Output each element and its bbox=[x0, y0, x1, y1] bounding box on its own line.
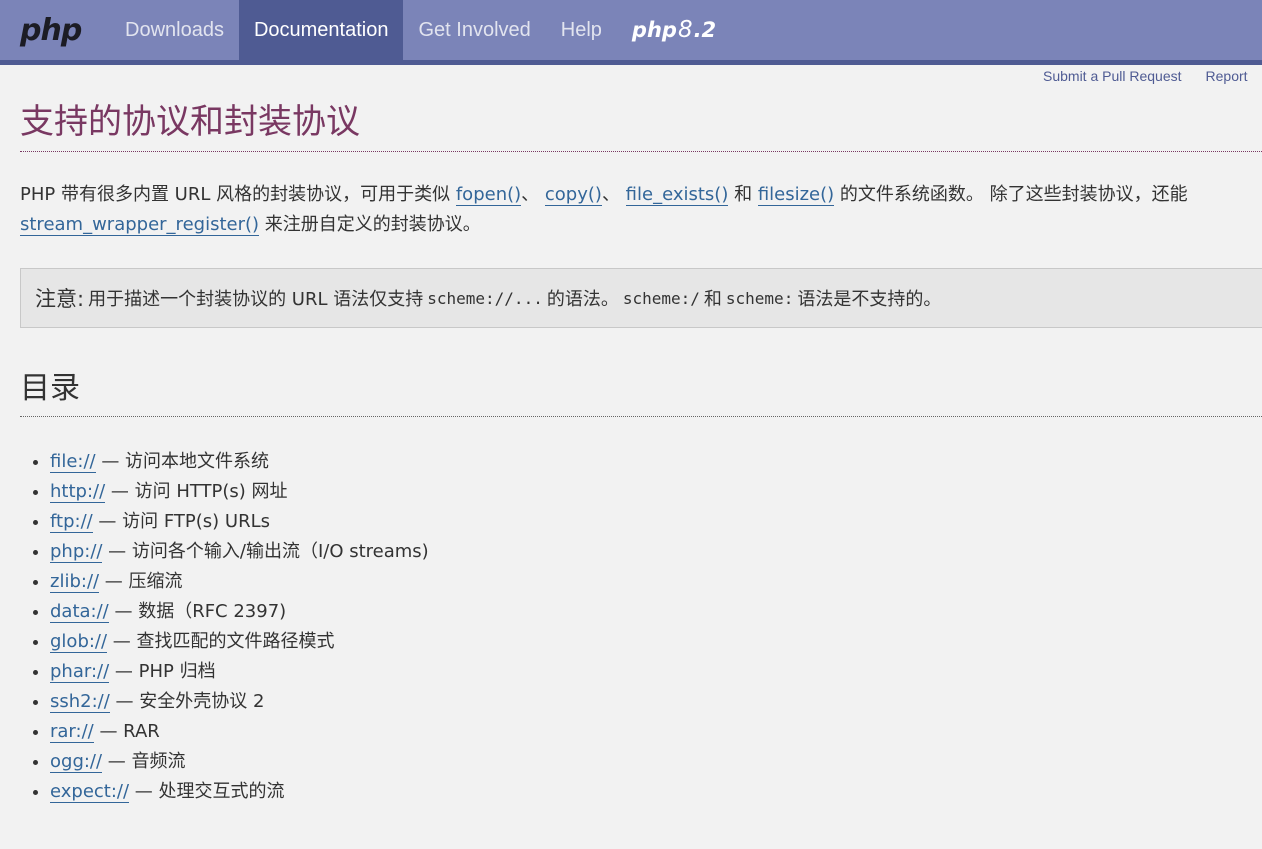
list-item: data:// — 数据（RFC 2397) bbox=[50, 597, 1262, 627]
main-content: 支持的协议和封装协议 PHP 带有很多内置 URL 风格的封装协议，可用于类似 … bbox=[20, 96, 1262, 807]
toc-link-ogg[interactable]: ogg:// bbox=[50, 751, 103, 773]
page-title: 支持的协议和封装协议 bbox=[20, 96, 1262, 152]
list-item: glob:// — 查找匹配的文件路径模式 bbox=[50, 627, 1262, 657]
list-item: expect:// — 处理交互式的流 bbox=[50, 777, 1262, 807]
toc-link-expect[interactable]: expect:// bbox=[50, 781, 130, 803]
report-bug-link[interactable]: Report bbox=[1206, 68, 1248, 84]
toc-desc: — 压缩流 bbox=[99, 571, 183, 592]
nav-help[interactable]: Help bbox=[546, 0, 617, 60]
version-prefix: php bbox=[631, 18, 677, 42]
version-suffix: .2 bbox=[693, 18, 717, 42]
toc-desc: — RAR bbox=[93, 721, 160, 742]
toc-desc: — 查找匹配的文件路径模式 bbox=[107, 631, 335, 652]
toc-desc: — 数据（RFC 2397) bbox=[108, 601, 287, 622]
fopen-link[interactable]: fopen() bbox=[455, 184, 522, 206]
intro-text-4: 和 bbox=[728, 184, 758, 205]
list-item: rar:// — RAR bbox=[50, 717, 1262, 747]
nav-downloads[interactable]: Downloads bbox=[110, 0, 239, 60]
toc-link-ssh2[interactable]: ssh2:// bbox=[50, 691, 110, 713]
note-text-1: 用于描述一个封装协议的 URL 语法仅支持 bbox=[88, 289, 424, 310]
list-item: ftp:// — 访问 FTP(s) URLs bbox=[50, 507, 1262, 537]
copy-link[interactable]: copy() bbox=[544, 184, 602, 206]
intro-text-3: 、 bbox=[601, 184, 626, 205]
toc-link-ftp[interactable]: ftp:// bbox=[50, 511, 93, 533]
toc-title: 目录 bbox=[20, 366, 1262, 417]
toc-link-data[interactable]: data:// bbox=[50, 601, 109, 623]
note-label: 注意: bbox=[35, 287, 85, 311]
note-code-1: scheme://... bbox=[427, 288, 543, 308]
file-exists-link[interactable]: file_exists() bbox=[625, 184, 729, 206]
toc-desc: — 处理交互式的流 bbox=[129, 781, 285, 802]
toc-link-phar[interactable]: phar:// bbox=[50, 661, 110, 683]
toc-link-glob[interactable]: glob:// bbox=[50, 631, 108, 653]
toc-link-file[interactable]: file:// bbox=[50, 451, 96, 473]
list-item: zlib:// — 压缩流 bbox=[50, 567, 1262, 597]
list-item: file:// — 访问本地文件系统 bbox=[50, 447, 1262, 477]
toc-link-php[interactable]: php:// bbox=[50, 541, 103, 563]
list-item: ogg:// — 音频流 bbox=[50, 747, 1262, 777]
intro-text-6: 来注册自定义的封装协议。 bbox=[259, 214, 481, 235]
submit-pull-request-link[interactable]: Submit a Pull Request bbox=[1043, 68, 1182, 84]
php-version-logo[interactable]: php 8.2 bbox=[617, 0, 731, 60]
note-text-2: 的语法。 bbox=[546, 289, 619, 310]
toc-desc: — 访问各个输入/输出流（I/O streams) bbox=[102, 541, 429, 562]
note-code-3: scheme: bbox=[725, 288, 794, 308]
stream-wrapper-register-link[interactable]: stream_wrapper_register() bbox=[20, 214, 260, 236]
intro-text-5: 的文件系统函数。 除了这些封装协议，还能 bbox=[834, 184, 1188, 205]
top-navbar: php Downloads Documentation Get Involved… bbox=[0, 0, 1262, 60]
list-item: phar:// — PHP 归档 bbox=[50, 657, 1262, 687]
page-tools: Submit a Pull Request Report bbox=[1043, 68, 1262, 84]
note-box: 注意: 用于描述一个封装协议的 URL 语法仅支持 scheme://... 的… bbox=[20, 268, 1262, 328]
nav-get-involved[interactable]: Get Involved bbox=[403, 0, 545, 60]
note-text-3: 和 bbox=[703, 289, 722, 310]
intro-text-2: 、 bbox=[521, 184, 545, 205]
list-item: http:// — 访问 HTTP(s) 网址 bbox=[50, 477, 1262, 507]
version-major: 8 bbox=[677, 17, 693, 43]
navbar-border bbox=[0, 60, 1262, 65]
toc-desc: — 访问本地文件系统 bbox=[95, 451, 270, 472]
toc-link-http[interactable]: http:// bbox=[50, 481, 106, 503]
note-code-2: scheme:/ bbox=[622, 288, 700, 308]
toc-list: file:// — 访问本地文件系统 http:// — 访问 HTTP(s) … bbox=[20, 447, 1262, 807]
toc-desc: — PHP 归档 bbox=[109, 661, 216, 682]
toc-desc: — 访问 FTP(s) URLs bbox=[92, 511, 270, 532]
intro-text-1: PHP 带有很多内置 URL 风格的封装协议，可用于类似 bbox=[20, 184, 456, 205]
intro-paragraph: PHP 带有很多内置 URL 风格的封装协议，可用于类似 fopen()、 co… bbox=[20, 180, 1262, 240]
php-logo[interactable]: php bbox=[0, 0, 110, 60]
toc-link-rar[interactable]: rar:// bbox=[50, 721, 94, 743]
toc-desc: — 访问 HTTP(s) 网址 bbox=[105, 481, 288, 502]
list-item: php:// — 访问各个输入/输出流（I/O streams) bbox=[50, 537, 1262, 567]
toc-link-zlib[interactable]: zlib:// bbox=[50, 571, 100, 593]
note-text-4: 语法是不支持的。 bbox=[797, 289, 942, 310]
nav-documentation[interactable]: Documentation bbox=[238, 0, 404, 60]
filesize-link[interactable]: filesize() bbox=[757, 184, 835, 206]
toc-desc: — 音频流 bbox=[102, 751, 186, 772]
list-item: ssh2:// — 安全外壳协议 2 bbox=[50, 687, 1262, 717]
toc-desc: — 安全外壳协议 2 bbox=[109, 691, 265, 712]
